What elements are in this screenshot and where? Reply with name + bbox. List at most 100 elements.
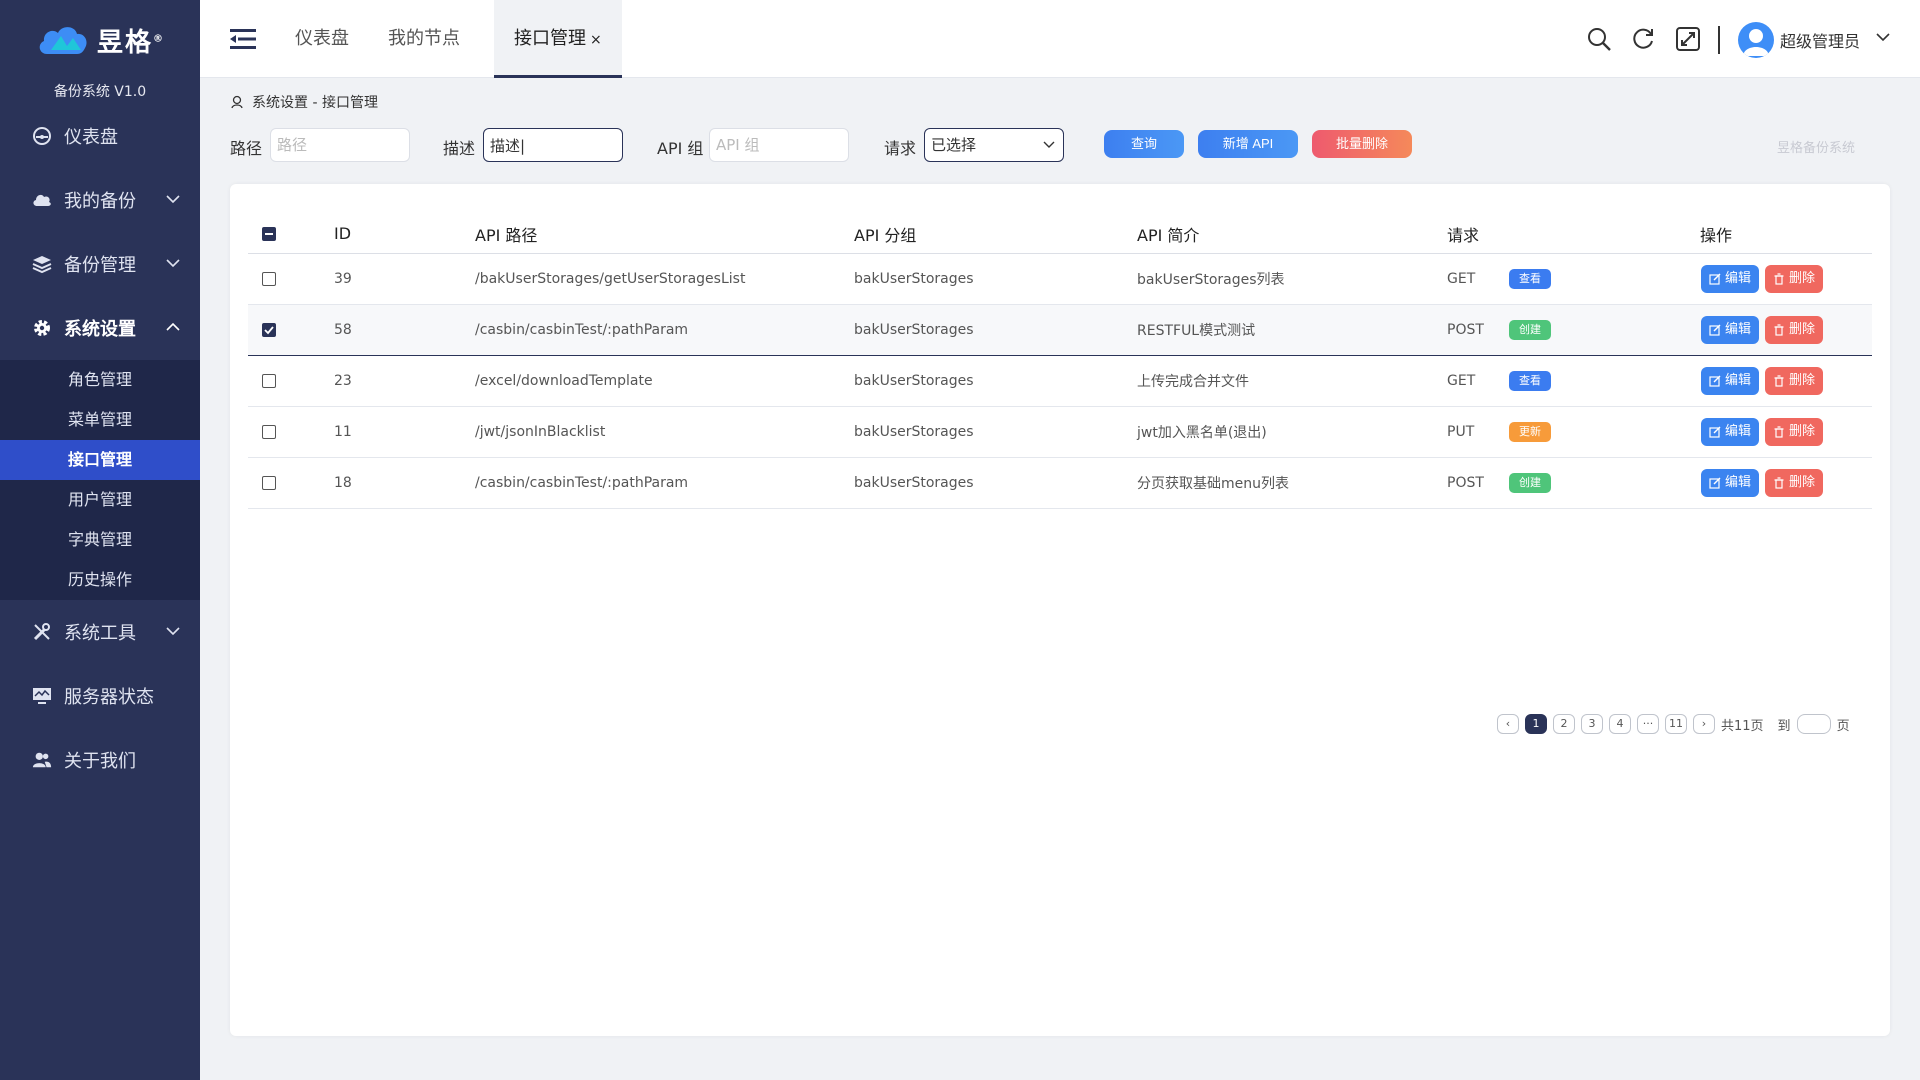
method-badge: 更新 [1509, 422, 1551, 442]
sidebar-subitem-roles[interactable]: 角色管理 [0, 360, 200, 400]
table-header: ID API 路径 API 分组 API 简介 请求 操作 [248, 204, 1872, 254]
tab-dashboard[interactable]: 仪表盘 [295, 0, 349, 78]
page-1-button[interactable]: 1 [1525, 714, 1547, 734]
edit-button[interactable]: 编辑 [1701, 265, 1760, 293]
logo-text: 昱格® [96, 27, 165, 58]
header-ops: 操作 [1700, 225, 1733, 245]
sidebar-item-system-tools[interactable]: 系统工具 [0, 600, 200, 664]
refresh-icon[interactable] [1630, 26, 1656, 52]
delete-button[interactable]: 删除 [1765, 469, 1824, 497]
top-header: 仪表盘 我的节点 接口管理 × 超级管理员 [200, 0, 1920, 78]
delete-button[interactable]: 删除 [1765, 265, 1824, 293]
sidebar-item-system-settings[interactable]: 系统设置 [0, 296, 200, 360]
goto-page-input[interactable] [1796, 714, 1831, 734]
next-page-button[interactable]: › [1693, 714, 1715, 734]
watermark: 昱格备份系统 [1777, 141, 1856, 156]
cell-desc: bakUserStorages列表 [1137, 272, 1285, 288]
table-row: 18/casbin/casbinTest/:pathParam bakUserSt… [248, 458, 1872, 509]
more-pages-button[interactable]: ··· [1637, 714, 1659, 734]
edit-button[interactable]: 编辑 [1701, 316, 1760, 344]
chevron-down-icon[interactable] [1876, 32, 1890, 42]
desc-input[interactable] [483, 128, 623, 162]
delete-label: 删除 [1789, 475, 1816, 490]
row-checkbox[interactable] [262, 374, 276, 388]
method-badge: 查看 [1509, 269, 1551, 289]
sidebar-item-dashboard[interactable]: 仪表盘 [0, 104, 200, 168]
sidebar-subitem-menus[interactable]: 菜单管理 [0, 400, 200, 440]
row-checkbox[interactable] [262, 272, 276, 286]
sidebar-item-server-status[interactable]: 服务器状态 [0, 664, 200, 728]
row-checkbox[interactable] [262, 323, 276, 337]
sidebar-item-my-backup[interactable]: 我的备份 [0, 168, 200, 232]
sidebar-item-label: 系统设置 [64, 319, 136, 340]
cell-desc: jwt加入黑名单(退出) [1137, 425, 1267, 441]
sidebar-item-about-us[interactable]: 关于我们 [0, 728, 200, 792]
fullscreen-icon[interactable] [1675, 26, 1701, 52]
prev-page-button[interactable]: ‹ [1497, 714, 1519, 734]
username[interactable]: 超级管理员 [1780, 28, 1860, 52]
delete-button[interactable]: 删除 [1765, 367, 1824, 395]
sidebar-item-label: 服务器状态 [64, 687, 154, 708]
select-all-checkbox[interactable] [262, 226, 276, 241]
monitor-icon [32, 686, 52, 706]
sidebar-subitem-dictionary[interactable]: 字典管理 [0, 520, 200, 560]
sidebar-subitem-users[interactable]: 用户管理 [0, 480, 200, 520]
total-pages: 共11页 [1721, 718, 1764, 734]
cell-group: bakUserStorages [854, 424, 974, 440]
tab-my-nodes[interactable]: 我的节点 [388, 0, 460, 78]
cell-path: /jwt/jsonInBlacklist [475, 424, 606, 440]
edit-button[interactable]: 编辑 [1701, 469, 1760, 497]
tab-api-manage[interactable]: 接口管理 × [494, 0, 622, 78]
sidebar-item-backup-manage[interactable]: 备份管理 [0, 232, 200, 296]
header-group: API 分组 [854, 225, 917, 245]
page-4-button[interactable]: 4 [1609, 714, 1631, 734]
sidebar-item-label: 关于我们 [64, 751, 136, 772]
trash-icon [1774, 324, 1784, 336]
method-select[interactable]: 已选择 [924, 128, 1064, 162]
sidebar-subitem-api[interactable]: 接口管理 [0, 440, 200, 480]
cell-desc: RESTFUL模式测试 [1137, 323, 1256, 339]
page-2-button[interactable]: 2 [1553, 714, 1575, 734]
gear-icon [32, 318, 52, 338]
edit-button[interactable]: 编辑 [1701, 367, 1760, 395]
delete-button[interactable]: 删除 [1765, 418, 1824, 446]
chevron-down-icon [166, 195, 180, 204]
pagination: ‹ 1 2 3 4 ··· 11 › 共11页 到 页 [1497, 714, 1850, 734]
row-checkbox[interactable] [262, 476, 276, 490]
edit-icon [1709, 477, 1721, 489]
sidebar-subitem-history[interactable]: 历史操作 [0, 560, 200, 600]
collapse-menu-icon[interactable] [230, 28, 256, 50]
sidebar-item-label: 仪表盘 [64, 127, 118, 148]
path-input[interactable] [270, 128, 410, 162]
row-checkbox[interactable] [262, 425, 276, 439]
page-11-button[interactable]: 11 [1665, 714, 1687, 734]
query-button[interactable]: 查询 [1104, 130, 1184, 158]
sidebar: 昱格® 备份系统 V1.0 仪表盘 我的备份 备份管理 系统设置 角色管理 菜单… [0, 0, 200, 1080]
cell-method: POST [1447, 475, 1484, 491]
cell-desc: 分页获取基础menu列表 [1137, 476, 1289, 492]
page-3-button[interactable]: 3 [1581, 714, 1603, 734]
logo-cloud-icon [39, 27, 87, 54]
chevron-up-icon [166, 322, 180, 331]
header-desc: API 简介 [1137, 225, 1200, 245]
delete-label: 删除 [1789, 373, 1816, 388]
system-settings-submenu: 角色管理 菜单管理 接口管理 用户管理 字典管理 历史操作 [0, 360, 200, 600]
tab-label: 接口管理 [514, 28, 586, 49]
table-row: 11/jwt/jsonInBlacklist bakUserStorages jwt… [248, 407, 1872, 458]
users-icon [32, 750, 52, 770]
api-table-card: ID API 路径 API 分组 API 简介 请求 操作 39/bakUser… [230, 184, 1890, 1036]
delete-button[interactable]: 删除 [1765, 316, 1824, 344]
search-icon[interactable] [1586, 26, 1612, 52]
edit-button[interactable]: 编辑 [1701, 418, 1760, 446]
api-group-input[interactable] [709, 128, 849, 162]
table-row: 58/casbin/casbinTest/:pathParam bakUserSt… [248, 305, 1872, 356]
avatar[interactable] [1738, 22, 1774, 58]
add-api-button[interactable]: 新增 API [1198, 130, 1298, 158]
cell-id: 39 [334, 271, 352, 287]
header-method: 请求 [1447, 225, 1480, 245]
close-icon[interactable]: × [590, 32, 602, 48]
trash-icon [1774, 273, 1784, 285]
cell-id: 11 [334, 424, 352, 440]
cell-path: /excel/downloadTemplate [475, 373, 653, 389]
batch-delete-button[interactable]: 批量删除 [1312, 130, 1412, 158]
